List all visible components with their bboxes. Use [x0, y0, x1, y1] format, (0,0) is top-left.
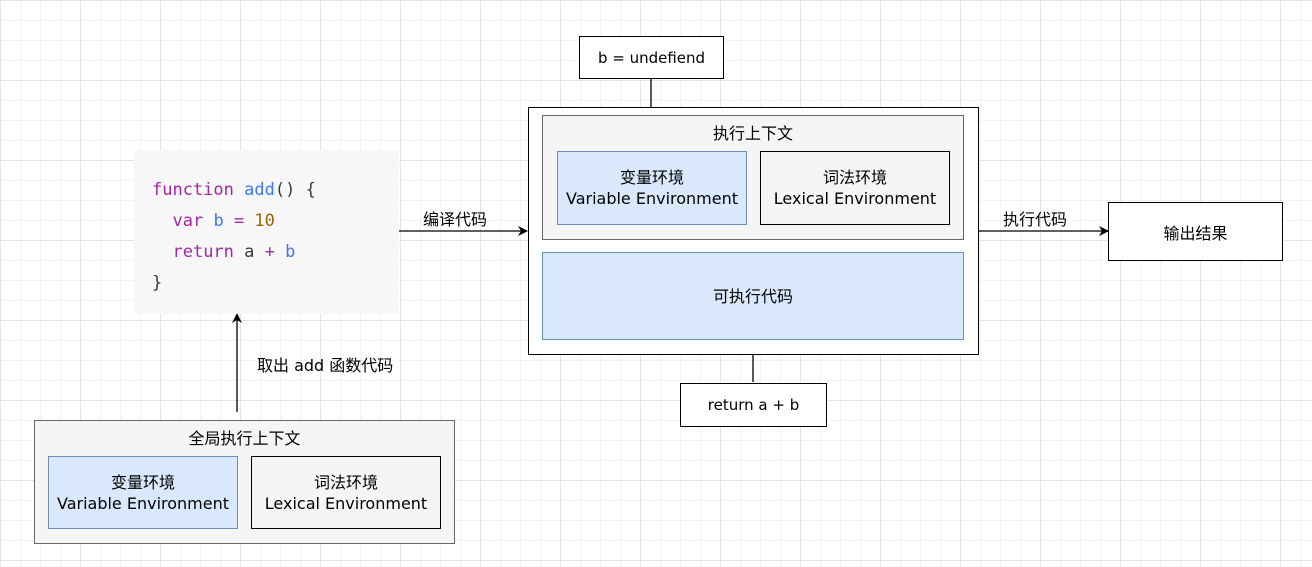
- code-line: }: [152, 268, 399, 299]
- exec-lex-env-cn: 词法环境: [822, 168, 887, 187]
- code-token: () {: [274, 180, 316, 200]
- label-compile: 编译代码: [422, 210, 487, 229]
- executable-code-label: 可执行代码: [712, 286, 793, 306]
- code-token: add: [244, 180, 275, 200]
- global-context-title: 全局执行上下文: [188, 429, 301, 448]
- code-token: =: [223, 211, 255, 231]
- execution-context-title: 执行上下文: [712, 124, 793, 143]
- label-fetch: 取出 add 函数代码: [257, 356, 394, 375]
- code-token: b: [285, 242, 296, 262]
- global-lex-env-cn: 词法环境: [313, 472, 378, 492]
- exec-var-env-cn: 变量环境: [619, 168, 684, 187]
- code-line: return a + b: [152, 237, 399, 268]
- global-lexical-environment: 词法环境 Lexical Environment: [251, 456, 441, 529]
- exec-var-env-en: Variable Environment: [565, 189, 739, 208]
- code-token: }: [152, 273, 163, 293]
- code-token: 10: [254, 211, 275, 231]
- code-lines: function add() { var b = 10 return a + b…: [152, 175, 399, 299]
- exec-lexical-environment: 词法环境 Lexical Environment: [760, 151, 950, 225]
- global-var-env-cn: 变量环境: [110, 472, 175, 492]
- global-lex-env-en: Lexical Environment: [264, 493, 428, 513]
- code-token: +: [264, 242, 275, 262]
- global-var-env-en: Variable Environment: [56, 493, 230, 513]
- global-variable-environment: 变量环境 Variable Environment: [48, 456, 238, 529]
- code-line: var b = 10: [152, 206, 399, 237]
- code-token: a: [233, 242, 265, 262]
- code-token: return: [172, 242, 234, 262]
- code-token: var: [172, 211, 204, 231]
- executable-code-box: 可执行代码: [542, 252, 964, 340]
- b-value-box: b = undefiend: [579, 36, 724, 79]
- code-token: b: [213, 211, 224, 231]
- return-box: return a + b: [680, 383, 827, 427]
- output-box: 输出结果: [1108, 202, 1283, 261]
- label-execute: 执行代码: [1002, 210, 1067, 229]
- code-block: function add() { var b = 10 return a + b…: [134, 150, 399, 314]
- code-token: function: [152, 180, 234, 200]
- exec-lex-env-en: Lexical Environment: [773, 189, 937, 208]
- code-line: function add() {: [152, 175, 399, 206]
- exec-variable-environment: 变量环境 Variable Environment: [557, 151, 747, 225]
